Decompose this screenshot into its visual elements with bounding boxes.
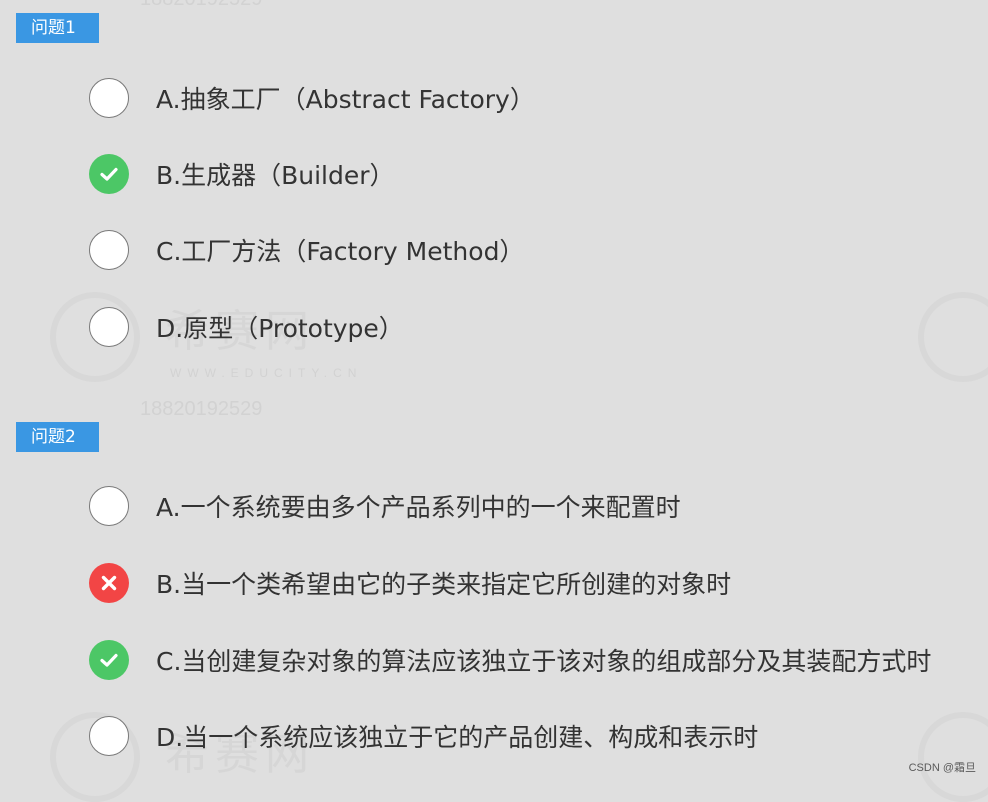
question-1-option-b[interactable]: B.生成器（Builder） (89, 152, 395, 196)
question-1-option-c[interactable]: C.工厂方法（Factory Method） (89, 228, 524, 272)
option-text: A.抽象工厂（Abstract Factory） (156, 85, 535, 114)
option-text: A.一个系统要由多个产品系列中的一个来配置时 (156, 493, 681, 522)
radio-unselected-icon[interactable] (89, 307, 129, 347)
question-2-option-a[interactable]: A.一个系统要由多个产品系列中的一个来配置时 (89, 484, 681, 528)
watermark-site-left: WWW.EDUCITY.CN (170, 366, 363, 380)
question-2-label: 问题2 (16, 422, 99, 452)
watermark-phone-top: 18820192529 (140, 0, 262, 11)
question-2-option-b[interactable]: B.当一个类希望由它的子类来指定它所创建的对象时 (89, 561, 731, 605)
watermark-logo-right (918, 292, 988, 382)
radio-unselected-icon[interactable] (89, 230, 129, 270)
radio-unselected-icon[interactable] (89, 78, 129, 118)
question-1-option-a[interactable]: A.抽象工厂（Abstract Factory） (89, 76, 535, 120)
cross-icon[interactable] (89, 563, 129, 603)
radio-unselected-icon[interactable] (89, 716, 129, 756)
option-text: D.当一个系统应该独立于它的产品创建、构成和表示时 (156, 723, 759, 752)
watermark-logo-bottom-right (918, 712, 988, 802)
radio-unselected-icon[interactable] (89, 486, 129, 526)
check-icon[interactable] (89, 640, 129, 680)
option-text: B.生成器（Builder） (156, 161, 395, 190)
option-text: C.当创建复杂对象的算法应该独立于该对象的组成部分及其装配方式时 (156, 647, 932, 676)
question-1-option-d[interactable]: D.原型（Prototype） (89, 305, 404, 349)
question-2-option-d[interactable]: D.当一个系统应该独立于它的产品创建、构成和表示时 (89, 714, 758, 758)
option-text: B.当一个类希望由它的子类来指定它所创建的对象时 (156, 570, 732, 599)
csdn-credit: CSDN @霜旦 (908, 762, 976, 774)
check-icon[interactable] (89, 154, 129, 194)
option-text: C.工厂方法（Factory Method） (156, 237, 525, 266)
question-1-label: 问题1 (16, 13, 99, 43)
watermark-phone-mid: 18820192529 (140, 398, 263, 420)
question-2-option-c[interactable]: C.当创建复杂对象的算法应该独立于该对象的组成部分及其装配方式时 (89, 638, 931, 682)
option-text: D.原型（Prototype） (156, 314, 404, 343)
